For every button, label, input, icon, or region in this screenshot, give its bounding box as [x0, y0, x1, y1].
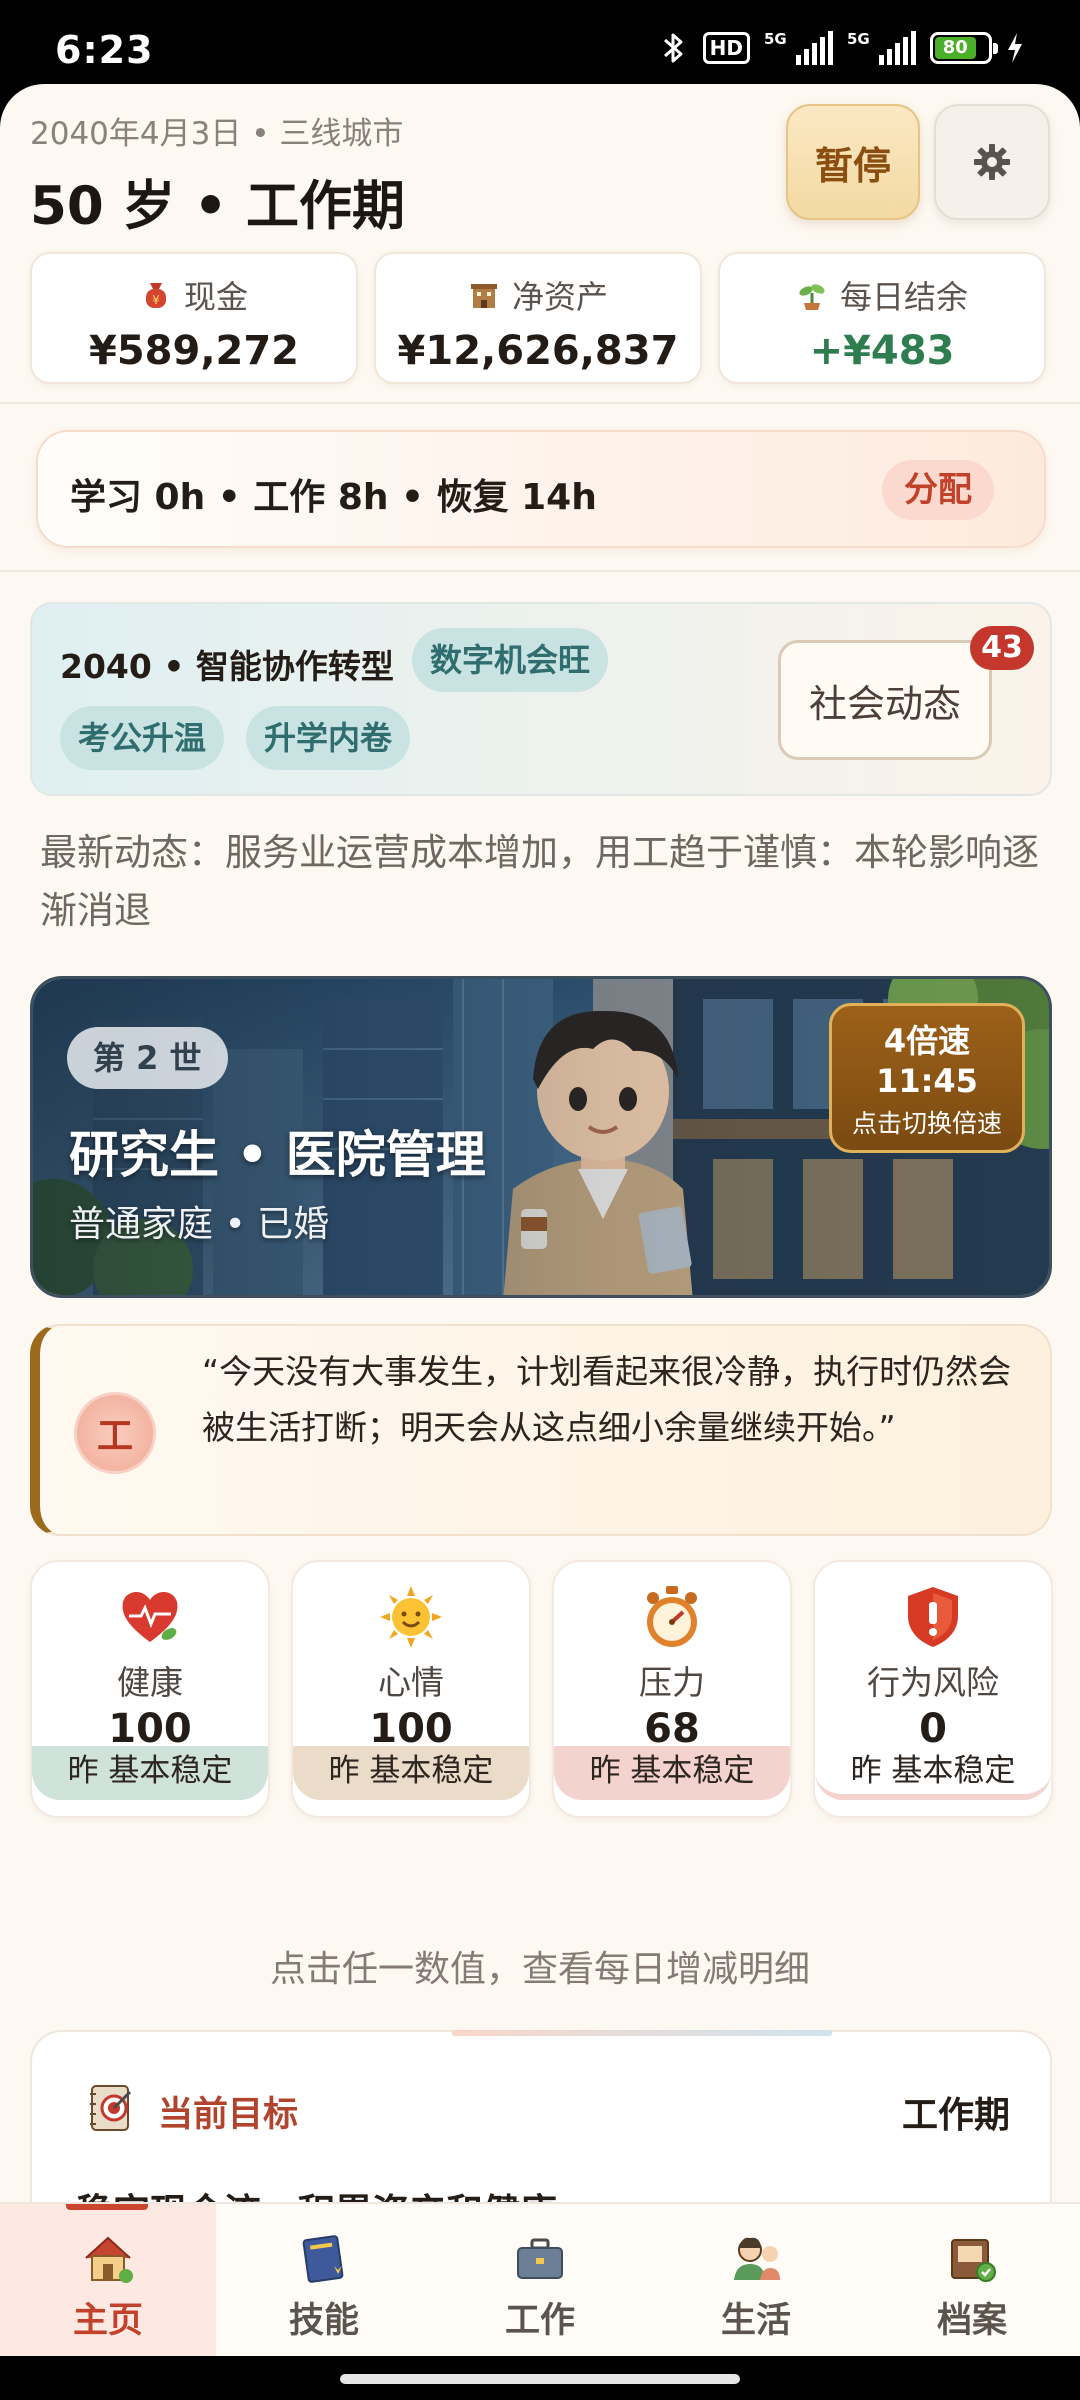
building-icon: [470, 284, 497, 308]
health-metric-card[interactable]: 健康 100 昨 基本稳定: [30, 1560, 270, 1818]
briefcase-icon: [517, 2238, 563, 2279]
sun-icon: [380, 1586, 442, 1648]
daily-thought-card: 工 “今天没有大事发生，计划看起来很冷静，执行时仍然会被生活打断；明天会从这点细…: [30, 1324, 1052, 1536]
divider: [0, 570, 1080, 572]
book-icon: [302, 2235, 344, 2283]
tab-archive[interactable]: 档案: [864, 2204, 1080, 2356]
trend-chip: 考公升温: [60, 706, 225, 770]
metric-yesterday: 昨 基本稳定: [554, 1746, 790, 1800]
education-career: 研究生 • 医院管理: [69, 1126, 486, 1184]
shield-icon: [908, 1587, 958, 1647]
age-phase-title: 50 岁 • 工作期: [30, 176, 405, 237]
stress-metric-card[interactable]: 压力 68 昨 基本稳定: [552, 1560, 792, 1818]
time-allocation-text: 学习 0h • 工作 8h • 恢复 14h: [70, 477, 597, 518]
signal-icon: 5G: [847, 31, 916, 65]
battery-icon: 80: [930, 32, 998, 64]
character-hero-card[interactable]: 第 2 世 研究生 • 医院管理 普通家庭 • 已婚 4倍速 11:45 点击切…: [30, 976, 1052, 1298]
svg-text:¥: ¥: [152, 293, 160, 307]
speed-multiplier: 4倍速: [883, 1022, 971, 1060]
social-news-button[interactable]: 社会动态: [778, 640, 992, 760]
money-bag-icon: ¥: [145, 283, 166, 308]
tab-skills[interactable]: 技能: [216, 2204, 432, 2356]
goal-phase: 工作期: [901, 2095, 1010, 2136]
tab-label: 技能: [288, 2301, 359, 2341]
metrics-hint: 点击任一数值，查看每日增减明细: [269, 1949, 810, 1990]
tab-label: 主页: [72, 2301, 143, 2341]
system-nav-bar: [0, 2356, 1080, 2400]
date-city: 2040年4月3日 • 三线城市: [30, 116, 404, 152]
pause-button[interactable]: 暂停: [786, 104, 920, 220]
family-status: 普通家庭 • 已婚: [69, 1204, 330, 1245]
status-bar: 6:23 HD 5G 5G 80: [0, 0, 1080, 84]
tab-label: 档案: [936, 2301, 1007, 2341]
time-allocation-bar[interactable]: 学习 0h • 工作 8h • 恢复 14h 分配: [36, 430, 1046, 548]
mood-metric-card[interactable]: 心情 100 昨 基本稳定: [291, 1560, 531, 1818]
phase-avatar: 工: [74, 1392, 156, 1474]
cash-value: ¥589,272: [88, 328, 300, 374]
speed-toggle-button[interactable]: 4倍速 11:45 点击切换倍速: [829, 1003, 1025, 1153]
game-clock: 11:45: [876, 1062, 978, 1100]
bluetooth-icon: [663, 33, 683, 63]
app-screen: 2040年4月3日 • 三线城市 50 岁 • 工作期 暂停 ¥ 现金 ¥589,…: [0, 84, 1080, 2356]
daily-balance-card[interactable]: 每日结余 +¥483: [718, 252, 1046, 384]
card-accent: [452, 2030, 832, 2036]
metric-name: 压力: [639, 1663, 705, 1702]
net-assets-value: ¥12,626,837: [397, 328, 679, 374]
allocate-button[interactable]: 分配: [882, 460, 994, 520]
divider: [0, 402, 1080, 404]
tab-label: 工作: [504, 2301, 575, 2341]
home-gesture-handle[interactable]: [340, 2374, 740, 2384]
people-icon: [734, 2237, 780, 2280]
status-icons: HD 5G 5G 80: [659, 30, 1024, 66]
trend-chip: 数字机会旺: [412, 628, 609, 692]
tab-work[interactable]: 工作: [432, 2204, 648, 2356]
sprout-icon: [799, 284, 825, 310]
daily-thought-text: “今天没有大事发生，计划看起来很冷静，执行时仍然会被生活打断；明天会从这点细小余…: [202, 1352, 1012, 1447]
settings-button[interactable]: [934, 104, 1050, 220]
metric-yesterday: 昨 基本稳定: [293, 1746, 529, 1800]
hd-voice-icon: HD: [702, 32, 750, 64]
signal-icon: 5G: [764, 31, 833, 65]
metric-name: 心情: [378, 1663, 444, 1702]
target-notebook-icon: [90, 2085, 132, 2131]
goal-title: 当前目标: [158, 2095, 299, 2135]
speed-hint: 点击切换倍速: [851, 1109, 1002, 1138]
metric-yesterday: 昨 基本稳定: [815, 1746, 1051, 1800]
metric-name: 行为风险: [867, 1663, 999, 1702]
house-icon: [85, 2236, 133, 2283]
metric-yesterday: 昨 基本稳定: [32, 1746, 268, 1800]
latest-news: 最新动态：服务业运营成本增加，用工趋于谨慎：本轮影响逐渐消退: [40, 831, 1039, 932]
tab-label: 生活: [720, 2301, 791, 2341]
stopwatch-icon: [647, 1586, 697, 1647]
generation-badge: 第 2 世: [67, 1027, 228, 1089]
tab-life[interactable]: 生活: [648, 2204, 864, 2356]
archive-icon: [951, 2239, 996, 2282]
notification-badge: 43: [970, 626, 1034, 670]
metric-name: 健康: [117, 1663, 183, 1702]
bottom-tab-bar: 主页 技能 工作 生活 档案: [0, 2202, 1080, 2356]
risk-metric-card[interactable]: 行为风险 0 昨 基本稳定: [813, 1560, 1053, 1818]
gear-icon: [974, 144, 1010, 180]
cash-card[interactable]: ¥ 现金 ¥589,272: [30, 252, 358, 384]
daily-balance-value: +¥483: [809, 328, 955, 374]
tab-home[interactable]: 主页: [0, 2204, 216, 2356]
net-assets-card[interactable]: 净资产 ¥12,626,837: [374, 252, 702, 384]
era-title: 2040 • 智能协作转型: [60, 647, 394, 686]
clock: 6:23: [55, 28, 154, 72]
charging-icon: [1008, 33, 1022, 63]
trend-chip: 升学内卷: [246, 706, 411, 770]
heart-icon: [122, 1591, 178, 1642]
